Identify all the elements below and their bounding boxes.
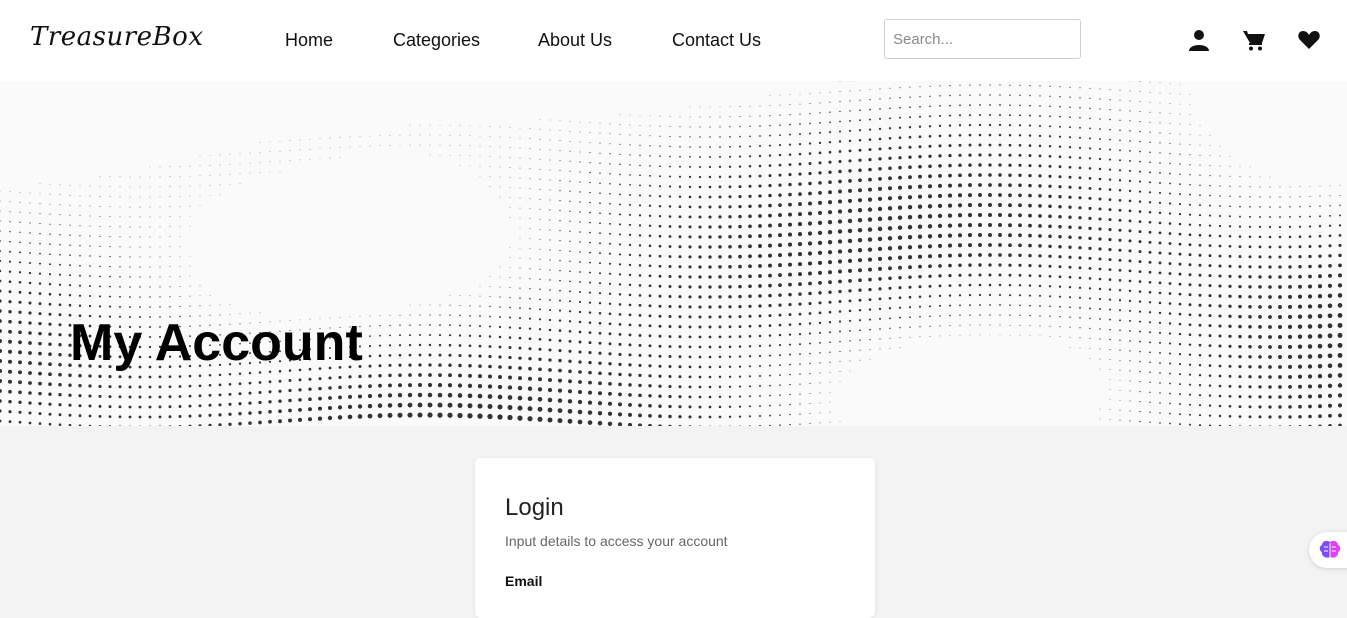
search-input[interactable] <box>884 19 1081 59</box>
hero-banner: My Account <box>0 81 1347 426</box>
nav-home[interactable]: Home <box>285 30 333 51</box>
site-header: TreasureBox Home Categories About Us Con… <box>0 0 1347 81</box>
login-card: Login Input details to access your accou… <box>475 458 875 618</box>
login-subtitle: Input details to access your account <box>505 533 728 549</box>
login-title: Login <box>505 494 564 522</box>
page-title: My Account <box>70 313 363 373</box>
cart-icon[interactable] <box>1242 28 1266 52</box>
heart-icon[interactable] <box>1297 28 1321 52</box>
nav-contact-us[interactable]: Contact Us <box>672 30 761 51</box>
logo[interactable]: TreasureBox <box>30 22 203 52</box>
assistant-button[interactable] <box>1309 532 1347 568</box>
email-label: Email <box>505 573 542 589</box>
halftone-wave-background <box>0 81 1347 426</box>
nav-categories[interactable]: Categories <box>393 30 480 51</box>
brain-icon <box>1319 540 1341 560</box>
nav-about-us[interactable]: About Us <box>538 30 612 51</box>
user-icon[interactable] <box>1187 28 1211 52</box>
